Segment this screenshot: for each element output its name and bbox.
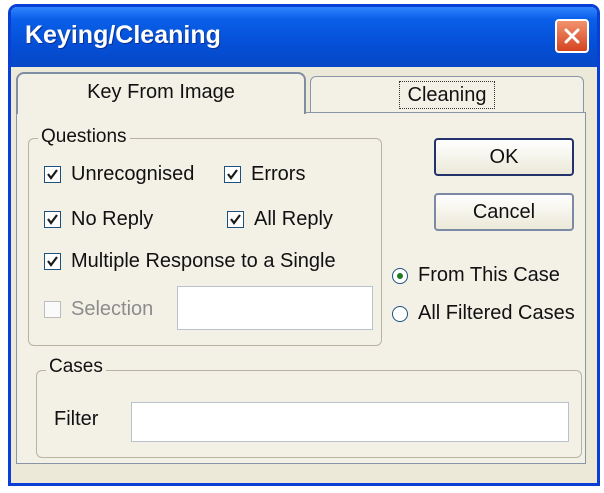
- window-title: Keying/Cleaning: [25, 21, 221, 49]
- from-this-case-radio[interactable]: From This Case: [392, 264, 560, 287]
- no-reply-check[interactable]: [44, 211, 61, 228]
- close-button[interactable]: [555, 19, 589, 53]
- all-filtered-cases-label: All Filtered Cases: [418, 302, 575, 324]
- check-icon: [227, 169, 238, 180]
- close-icon: [564, 28, 580, 44]
- cancel-button[interactable]: Cancel: [434, 193, 574, 231]
- unrecognised-label: Unrecognised: [71, 163, 195, 185]
- from-this-case-dot[interactable]: [392, 267, 408, 284]
- selection-check[interactable]: [44, 301, 61, 318]
- all-reply-check[interactable]: [227, 211, 244, 228]
- no-reply-checkbox[interactable]: No Reply: [44, 208, 153, 231]
- unrecognised-check[interactable]: [44, 166, 61, 183]
- errors-label: Errors: [251, 163, 306, 185]
- filter-label: Filter: [54, 408, 99, 430]
- cases-legend: Cases: [46, 356, 106, 378]
- cancel-button-label: Cancel: [472, 201, 536, 223]
- multiple-response-label: Multiple Response to a Single: [71, 250, 336, 272]
- no-reply-label: No Reply: [71, 208, 154, 230]
- ok-button[interactable]: OK: [434, 138, 574, 176]
- all-reply-label: All Reply: [254, 208, 333, 230]
- all-filtered-cases-radio[interactable]: All Filtered Cases: [392, 302, 575, 325]
- check-icon: [47, 214, 58, 225]
- ok-button-label: OK: [489, 146, 519, 168]
- tab-cleaning-label: Cleaning: [398, 81, 496, 109]
- multiple-response-checkbox[interactable]: Multiple Response to a Single: [44, 250, 336, 273]
- check-icon: [230, 214, 241, 225]
- multiple-response-check[interactable]: [44, 253, 61, 270]
- title-bar[interactable]: Keying/Cleaning: [11, 7, 597, 67]
- selection-label: Selection: [71, 298, 154, 320]
- check-icon: [47, 169, 58, 180]
- errors-check[interactable]: [224, 166, 241, 183]
- from-this-case-label: From This Case: [418, 264, 560, 286]
- unrecognised-checkbox[interactable]: Unrecognised: [44, 163, 194, 186]
- tab-cleaning[interactable]: Cleaning: [310, 76, 584, 114]
- errors-checkbox[interactable]: Errors: [224, 163, 305, 186]
- questions-legend: Questions: [38, 126, 130, 148]
- tab-key-from-image[interactable]: Key From Image: [16, 72, 306, 114]
- all-reply-checkbox[interactable]: All Reply: [227, 208, 333, 231]
- selection-checkbox[interactable]: Selection: [44, 298, 153, 321]
- check-icon: [47, 256, 58, 267]
- selection-input[interactable]: [177, 286, 373, 330]
- filter-input[interactable]: [131, 402, 569, 442]
- all-filtered-cases-dot[interactable]: [392, 305, 408, 322]
- tab-key-from-image-label: Key From Image: [87, 81, 235, 103]
